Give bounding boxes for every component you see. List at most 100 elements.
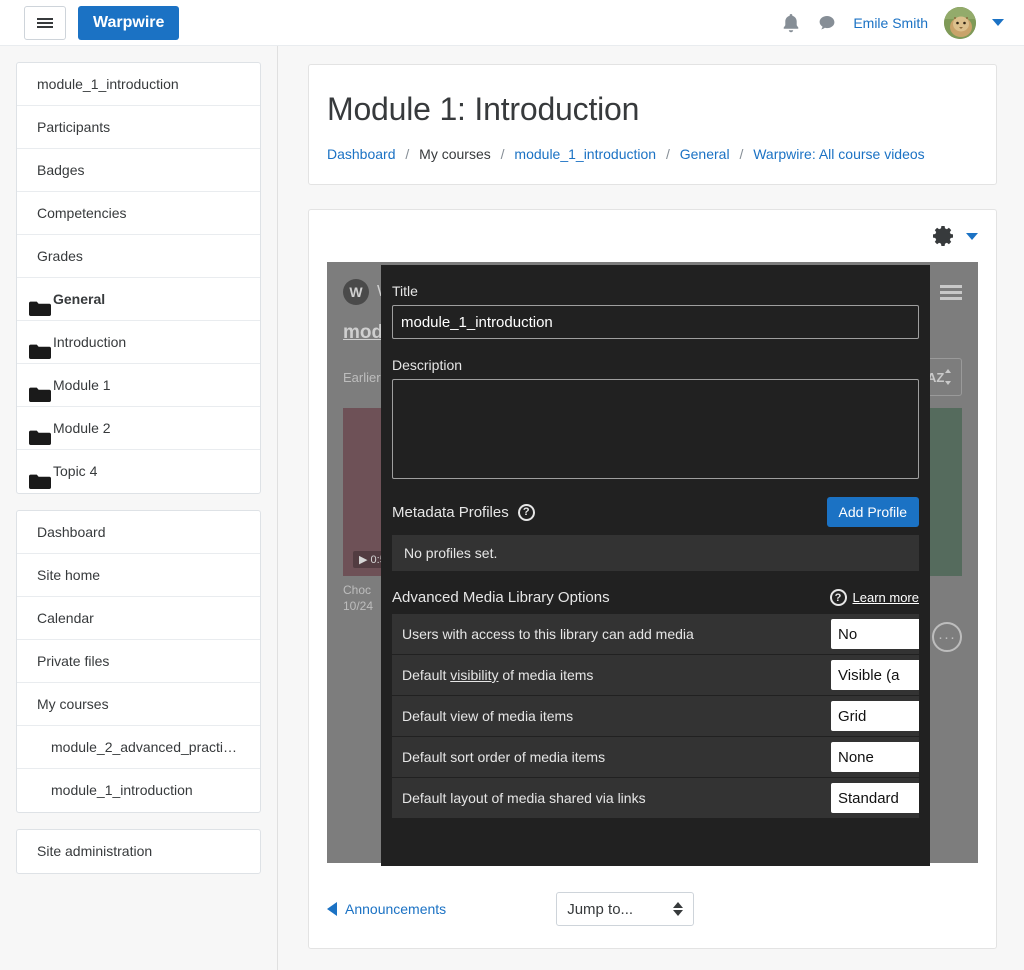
content-menu-caret-down-icon[interactable]	[966, 232, 978, 240]
option-select-default-sort-order[interactable]: None	[831, 742, 919, 772]
sidebar-item-site-administration[interactable]: Site administration	[17, 830, 260, 873]
hamburger-list-icon[interactable]	[940, 282, 962, 303]
advanced-options-clip: Users with access to this library can ad…	[392, 606, 919, 819]
sidebar-item-module-1[interactable]: Module 1	[17, 364, 260, 407]
description-field-label: Description	[392, 357, 463, 373]
option-row-add-media: Users with access to this library can ad…	[392, 614, 919, 654]
sidebar-item-module-2-advanced-practices[interactable]: module_2_advanced_practices	[17, 726, 260, 769]
page-header-card: Module 1: Introduction Dashboard / My co…	[308, 64, 997, 185]
hamburger-icon	[37, 16, 53, 30]
content-actions-row	[309, 210, 996, 262]
sidebar-item-private-files[interactable]: Private files	[17, 640, 260, 683]
sidebar-item-grades[interactable]: Grades	[17, 235, 260, 278]
folder-icon	[29, 464, 51, 489]
learn-more-link[interactable]: Learn more	[853, 590, 919, 605]
warpwire-brand-button[interactable]: Warpwire	[78, 5, 180, 40]
advanced-options-row: Advanced Media Library Options ? Learn m…	[392, 589, 919, 606]
option-label: Default visibility of media items	[402, 667, 594, 683]
jump-to-select[interactable]: Jump to...	[556, 892, 695, 926]
breadcrumb: Dashboard / My courses / module_1_introd…	[327, 146, 978, 162]
breadcrumb-item-general[interactable]: General	[680, 146, 730, 162]
ellipsis-icon[interactable]: ···	[932, 622, 962, 652]
metadata-profiles-row: Metadata Profiles ? Add Profile	[392, 497, 919, 527]
title-input[interactable]	[392, 305, 919, 339]
option-row-default-share-layout: Default layout of media shared via links…	[392, 778, 919, 818]
jump-to-label: Jump to...	[567, 900, 634, 918]
breadcrumb-separator: /	[500, 146, 505, 162]
user-name-link[interactable]: Emile Smith	[853, 15, 928, 31]
gear-icon[interactable]	[932, 224, 956, 248]
bell-icon[interactable]	[781, 12, 801, 34]
description-textarea[interactable]	[392, 379, 919, 479]
option-row-default-sort-order: Default sort order of media items None	[392, 737, 919, 777]
course-nav-block: module_1_introduction Participants Badge…	[16, 62, 261, 494]
folder-icon	[29, 291, 51, 316]
no-profiles-message: No profiles set.	[392, 535, 919, 571]
sidebar-item-badges[interactable]: Badges	[17, 149, 260, 192]
option-label: Default sort order of media items	[402, 749, 606, 765]
option-label: Users with access to this library can ad…	[402, 626, 694, 642]
breadcrumb-item-module-1-introduction[interactable]: module_1_introduction	[514, 146, 656, 162]
folder-icon	[29, 377, 51, 402]
page-title: Module 1: Introduction	[327, 91, 640, 127]
media-library-settings-modal: Title Description Metadata Profiles ? Ad…	[381, 265, 930, 866]
breadcrumb-separator: /	[665, 146, 670, 162]
sidebar-item-competencies[interactable]: Competencies	[17, 192, 260, 235]
sidebar-item-label: General	[53, 291, 106, 307]
breadcrumb-item-dashboard[interactable]: Dashboard	[327, 146, 396, 162]
metadata-profiles-title: Metadata Profiles	[392, 503, 509, 521]
sidebar-item-participants[interactable]: Participants	[17, 106, 260, 149]
avatar[interactable]	[944, 6, 976, 39]
sidebar-item-module-2[interactable]: Module 2	[17, 407, 260, 450]
sidebar-item-calendar[interactable]: Calendar	[17, 597, 260, 640]
folder-icon	[29, 420, 51, 445]
stepper-icon	[673, 902, 684, 916]
sidebar-item-dashboard[interactable]: Dashboard	[17, 511, 260, 554]
sidebar-item-label: Module 1	[53, 377, 111, 393]
previous-activity-label: Announcements	[345, 901, 447, 917]
sidebar-item-general[interactable]: General	[17, 278, 260, 321]
chat-bubble-icon[interactable]	[817, 12, 837, 34]
navbar-right-group: Emile Smith	[781, 6, 1024, 39]
option-label: Default layout of media shared via links	[402, 790, 646, 806]
option-label: Default view of media items	[402, 708, 574, 724]
breadcrumb-item-my-courses: My courses	[419, 146, 491, 162]
triangle-left-icon	[327, 902, 337, 916]
breadcrumb-separator: /	[405, 146, 410, 162]
admin-nav-block: Site administration	[16, 829, 261, 874]
option-row-default-view: Default view of media items Grid	[392, 696, 919, 736]
advanced-options-title: Advanced Media Library Options	[392, 589, 610, 606]
option-select-add-media[interactable]: No	[831, 619, 919, 649]
sidebar-item-label: Module 2	[53, 420, 111, 436]
question-mark-icon[interactable]: ?	[517, 503, 535, 521]
option-select-default-share-layout[interactable]: Standard	[831, 783, 919, 813]
warpwire-topbar-tools: t	[924, 282, 962, 303]
sidebar-item-module-1-introduction[interactable]: module_1_introduction	[17, 63, 260, 106]
user-menu-caret-down-icon[interactable]	[992, 19, 1004, 26]
previous-activity-link[interactable]: Announcements	[327, 901, 446, 917]
question-mark-icon[interactable]: ?	[829, 589, 847, 606]
warpwire-section-label: Earlier	[343, 369, 381, 385]
sidebar-item-site-home[interactable]: Site home	[17, 554, 260, 597]
sidebar-item-my-courses[interactable]: My courses	[17, 683, 260, 726]
sidebar-item-module-1-introduction-course[interactable]: module_1_introduction	[17, 769, 260, 812]
option-row-default-visibility: Default visibility of media items Visibl…	[392, 655, 919, 695]
breadcrumb-item-warpwire-all-course-videos[interactable]: Warpwire: All course videos	[753, 146, 924, 162]
breadcrumb-separator: /	[739, 146, 744, 162]
option-select-default-visibility[interactable]: Visible (a	[831, 660, 919, 690]
menu-toggle-button[interactable]	[24, 5, 66, 40]
sidebar-item-label: Introduction	[53, 334, 127, 350]
option-select-default-view[interactable]: Grid	[831, 701, 919, 731]
sidebar-item-label: Topic 4	[53, 463, 98, 479]
visibility-underlined-term: visibility	[450, 667, 499, 683]
activity-navigation-row: Announcements Jump to...	[309, 883, 996, 935]
sidebar-item-topic-4[interactable]: Topic 4	[17, 450, 260, 493]
top-navbar: Warpwire Emile Smith	[0, 0, 1024, 46]
title-field-label: Title	[392, 283, 418, 299]
warpwire-logo-icon: W	[343, 279, 369, 305]
sidebar-item-introduction[interactable]: Introduction	[17, 321, 260, 364]
navbar-left-group: Warpwire	[0, 5, 180, 40]
add-profile-button[interactable]: Add Profile	[826, 497, 919, 527]
site-nav-block: Dashboard Site home Calendar Private fil…	[16, 510, 261, 813]
folder-icon	[29, 334, 51, 359]
